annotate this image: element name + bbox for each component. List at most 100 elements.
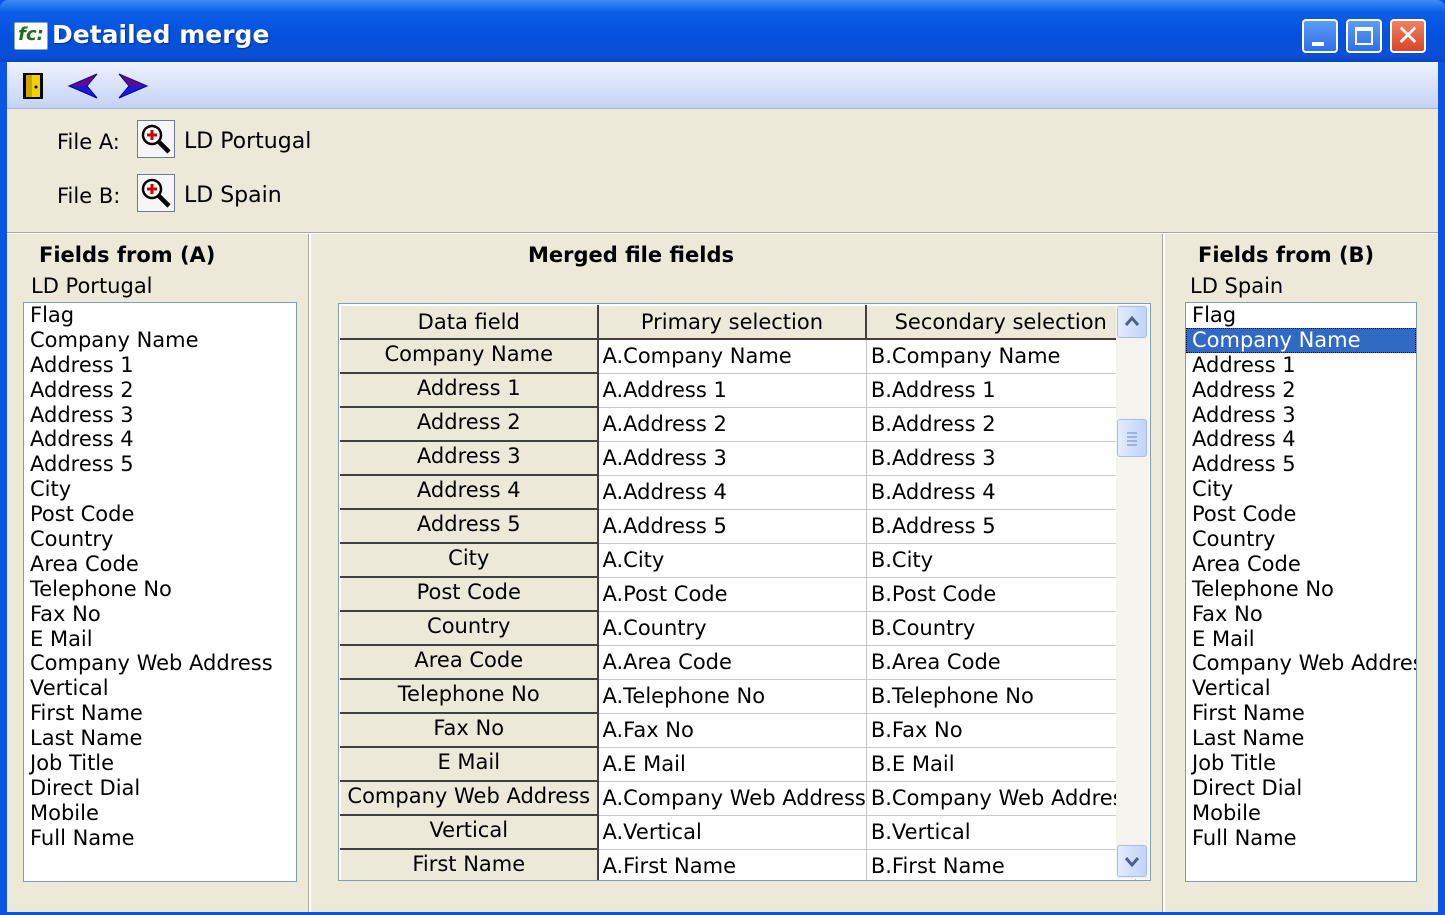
table-row[interactable]: Vertical A.Vertical B.Vertical [340, 814, 1136, 850]
list-item[interactable]: First Name [24, 701, 296, 726]
row-header-data-field[interactable]: Address 4 [340, 474, 599, 510]
secondary-selection-cell[interactable]: B.Vertical [866, 815, 1136, 850]
row-header-data-field[interactable]: City [340, 542, 599, 578]
list-item[interactable]: Full Name [24, 826, 296, 851]
list-item[interactable]: Country [1186, 527, 1416, 552]
list-item[interactable]: Company Web Address [1186, 651, 1416, 676]
list-item[interactable]: Address 5 [1186, 452, 1416, 477]
list-item[interactable]: Address 1 [24, 353, 296, 378]
list-item[interactable]: Post Code [24, 502, 296, 527]
maximize-button[interactable] [1346, 19, 1382, 53]
primary-selection-cell[interactable]: A.Address 5 [597, 509, 867, 544]
primary-selection-cell[interactable]: A.Post Code [597, 577, 867, 612]
fields-a-listbox[interactable]: Flag Company Name Address 1 Address 2 Addres… [23, 302, 297, 882]
primary-selection-cell[interactable]: A.Address 1 [597, 373, 867, 408]
list-item[interactable]: City [24, 477, 296, 502]
list-item[interactable]: Mobile [24, 801, 296, 826]
secondary-selection-cell[interactable]: B.Post Code [866, 577, 1136, 612]
primary-selection-cell[interactable]: A.City [597, 543, 867, 578]
list-item[interactable]: Telephone No [24, 577, 296, 602]
secondary-selection-cell[interactable]: B.Country [866, 611, 1136, 646]
primary-selection-cell[interactable]: A.Company Web Address [597, 781, 867, 816]
list-item[interactable]: Direct Dial [1186, 776, 1416, 801]
primary-selection-cell[interactable]: A.Area Code [597, 645, 867, 680]
list-item[interactable]: Mobile [1186, 801, 1416, 826]
arrow-left-icon[interactable] [67, 72, 101, 100]
primary-selection-cell[interactable]: A.First Name [597, 849, 867, 880]
secondary-selection-cell[interactable]: B.Company Name [866, 339, 1136, 374]
list-item[interactable]: Flag [1186, 303, 1416, 328]
list-item[interactable]: Vertical [24, 676, 296, 701]
table-row[interactable]: Fax No A.Fax No B.Fax No [340, 712, 1136, 748]
table-row[interactable]: Area Code A.Area Code B.Area Code [340, 644, 1136, 680]
secondary-selection-cell[interactable]: B.Fax No [866, 713, 1136, 748]
row-header-data-field[interactable]: E Mail [340, 746, 599, 782]
list-item[interactable]: Vertical [1186, 676, 1416, 701]
secondary-selection-cell[interactable]: B.E Mail [866, 747, 1136, 782]
list-item[interactable]: Telephone No [1186, 577, 1416, 602]
list-item[interactable]: Address 3 [24, 403, 296, 428]
fields-b-listbox[interactable]: Flag Company Name Address 1 Address 2 Addres… [1185, 302, 1417, 882]
secondary-selection-cell[interactable]: B.Address 5 [866, 509, 1136, 544]
row-header-data-field[interactable]: Country [340, 610, 599, 646]
list-item[interactable]: Full Name [1186, 826, 1416, 851]
list-item[interactable]: Flag [24, 303, 296, 328]
minimize-button[interactable] [1302, 19, 1338, 53]
table-row[interactable]: E Mail A.E Mail B.E Mail [340, 746, 1136, 782]
row-header-data-field[interactable]: Address 2 [340, 406, 599, 442]
table-row[interactable]: Address 3 A.Address 3 B.Address 3 [340, 440, 1136, 476]
secondary-selection-cell[interactable]: B.Telephone No [866, 679, 1136, 714]
list-item[interactable]: Address 4 [1186, 427, 1416, 452]
list-item[interactable]: Company Web Address [24, 651, 296, 676]
list-item[interactable]: Address 1 [1186, 353, 1416, 378]
primary-selection-cell[interactable]: A.E Mail [597, 747, 867, 782]
list-item[interactable]: Address 2 [24, 378, 296, 403]
secondary-selection-cell[interactable]: B.First Name [866, 849, 1136, 880]
table-row[interactable]: Telephone No A.Telephone No B.Telephone No [340, 678, 1136, 714]
row-header-data-field[interactable]: Telephone No [340, 678, 599, 714]
primary-selection-cell[interactable]: A.Address 4 [597, 475, 867, 510]
row-header-data-field[interactable]: Address 5 [340, 508, 599, 544]
row-header-data-field[interactable]: Address 3 [340, 440, 599, 476]
primary-selection-cell[interactable]: A.Fax No [597, 713, 867, 748]
table-row[interactable]: Address 1 A.Address 1 B.Address 1 [340, 372, 1136, 408]
table-row[interactable]: First Name A.First Name B.First Name [340, 848, 1136, 880]
title-bar[interactable]: fc: Detailed merge ✕ [0, 0, 1445, 62]
list-item[interactable]: Address 2 [1186, 378, 1416, 403]
row-header-data-field[interactable]: Post Code [340, 576, 599, 612]
row-header-data-field[interactable]: Area Code [340, 644, 599, 680]
row-header-data-field[interactable]: Vertical [340, 814, 599, 850]
primary-selection-cell[interactable]: A.Company Name [597, 339, 867, 374]
list-item[interactable]: First Name [1186, 701, 1416, 726]
scroll-up-button[interactable] [1117, 306, 1147, 338]
secondary-selection-cell[interactable]: B.Area Code [866, 645, 1136, 680]
app-icon[interactable]: fc: [14, 22, 48, 50]
primary-selection-cell[interactable]: A.Address 2 [597, 407, 867, 442]
row-header-data-field[interactable]: Address 1 [340, 372, 599, 408]
row-header-data-field[interactable]: Company Name [340, 338, 599, 374]
list-item[interactable]: City [1186, 477, 1416, 502]
row-header-data-field[interactable]: First Name [340, 848, 599, 880]
list-item[interactable]: Company Name [1186, 327, 1416, 353]
list-item[interactable]: Fax No [24, 602, 296, 627]
exit-door-icon[interactable] [22, 72, 44, 100]
list-item[interactable]: Country [24, 527, 296, 552]
merged-fields-grid[interactable]: Data field Primary selection Secondary s… [338, 303, 1151, 881]
secondary-selection-cell[interactable]: B.Address 2 [866, 407, 1136, 442]
list-item[interactable]: E Mail [24, 627, 296, 652]
arrow-right-icon[interactable] [115, 72, 149, 100]
row-header-data-field[interactable]: Fax No [340, 712, 599, 748]
table-row[interactable]: City A.City B.City [340, 542, 1136, 578]
list-item[interactable]: Address 4 [24, 427, 296, 452]
table-row[interactable]: Address 2 A.Address 2 B.Address 2 [340, 406, 1136, 442]
secondary-selection-cell[interactable]: B.Address 4 [866, 475, 1136, 510]
table-row[interactable]: Address 4 A.Address 4 B.Address 4 [340, 474, 1136, 510]
list-item[interactable]: Area Code [1186, 552, 1416, 577]
list-item[interactable]: Area Code [24, 552, 296, 577]
close-button[interactable]: ✕ [1390, 19, 1426, 53]
primary-selection-cell[interactable]: A.Vertical [597, 815, 867, 850]
scroll-thumb[interactable] [1117, 419, 1147, 457]
table-row[interactable]: Company Name A.Company Name B.Company Name [340, 338, 1136, 374]
table-row[interactable]: Company Web Address A.Company Web Address… [340, 780, 1136, 816]
column-header-primary-selection[interactable]: Primary selection [597, 305, 868, 340]
